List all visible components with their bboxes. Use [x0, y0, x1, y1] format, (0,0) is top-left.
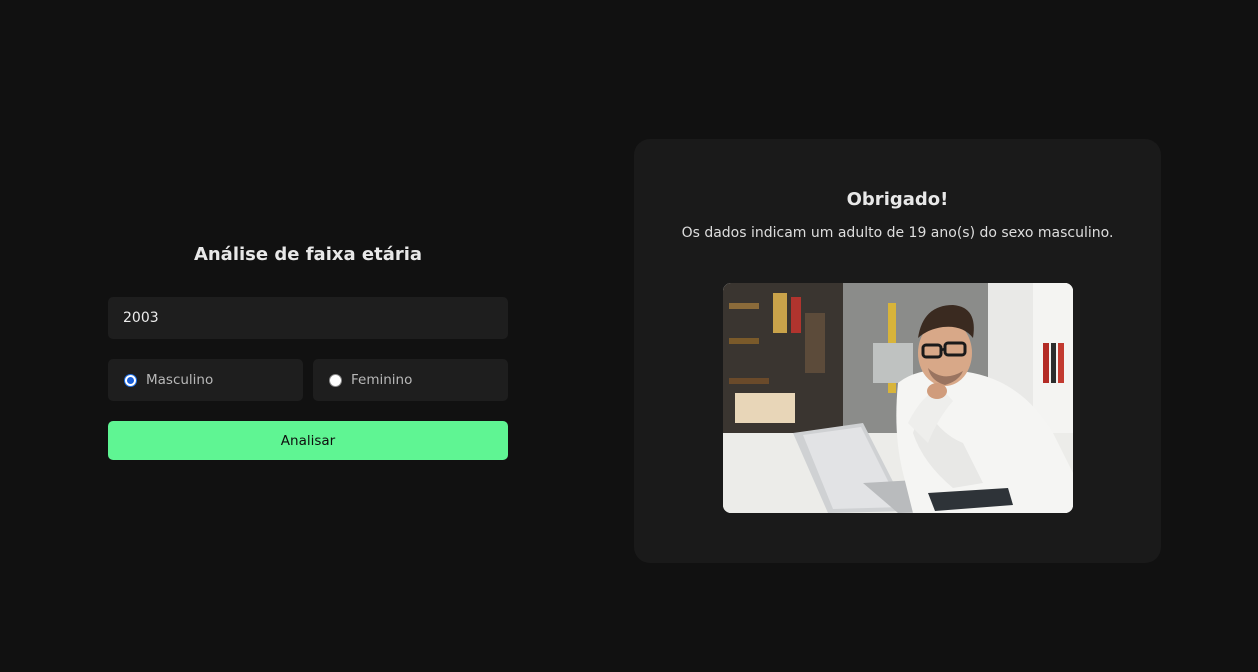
result-message: Os dados indicam um adulto de 19 ano(s) … [681, 225, 1114, 241]
gender-option-feminino[interactable]: Feminino [313, 359, 508, 401]
result-photo [723, 283, 1073, 513]
radio-label-masculino: Masculino [146, 372, 214, 388]
radio-masculino[interactable] [124, 373, 137, 387]
gender-radio-group: Masculino Feminino [108, 359, 508, 401]
radio-label-feminino: Feminino [351, 372, 413, 388]
age-form: Análise de faixa etária Masculino Femini… [108, 240, 508, 460]
result-title: Obrigado! [846, 189, 949, 210]
page: Análise de faixa etária Masculino Femini… [0, 0, 1258, 672]
analyze-button[interactable]: Analisar [108, 421, 508, 460]
man-at-laptop-image [723, 283, 1073, 513]
radio-feminino[interactable] [329, 373, 342, 387]
birth-year-input[interactable] [108, 297, 508, 339]
result-card: Obrigado! Os dados indicam um adulto de … [634, 139, 1161, 563]
form-title: Análise de faixa etária [193, 244, 423, 265]
gender-option-masculino[interactable]: Masculino [108, 359, 303, 401]
